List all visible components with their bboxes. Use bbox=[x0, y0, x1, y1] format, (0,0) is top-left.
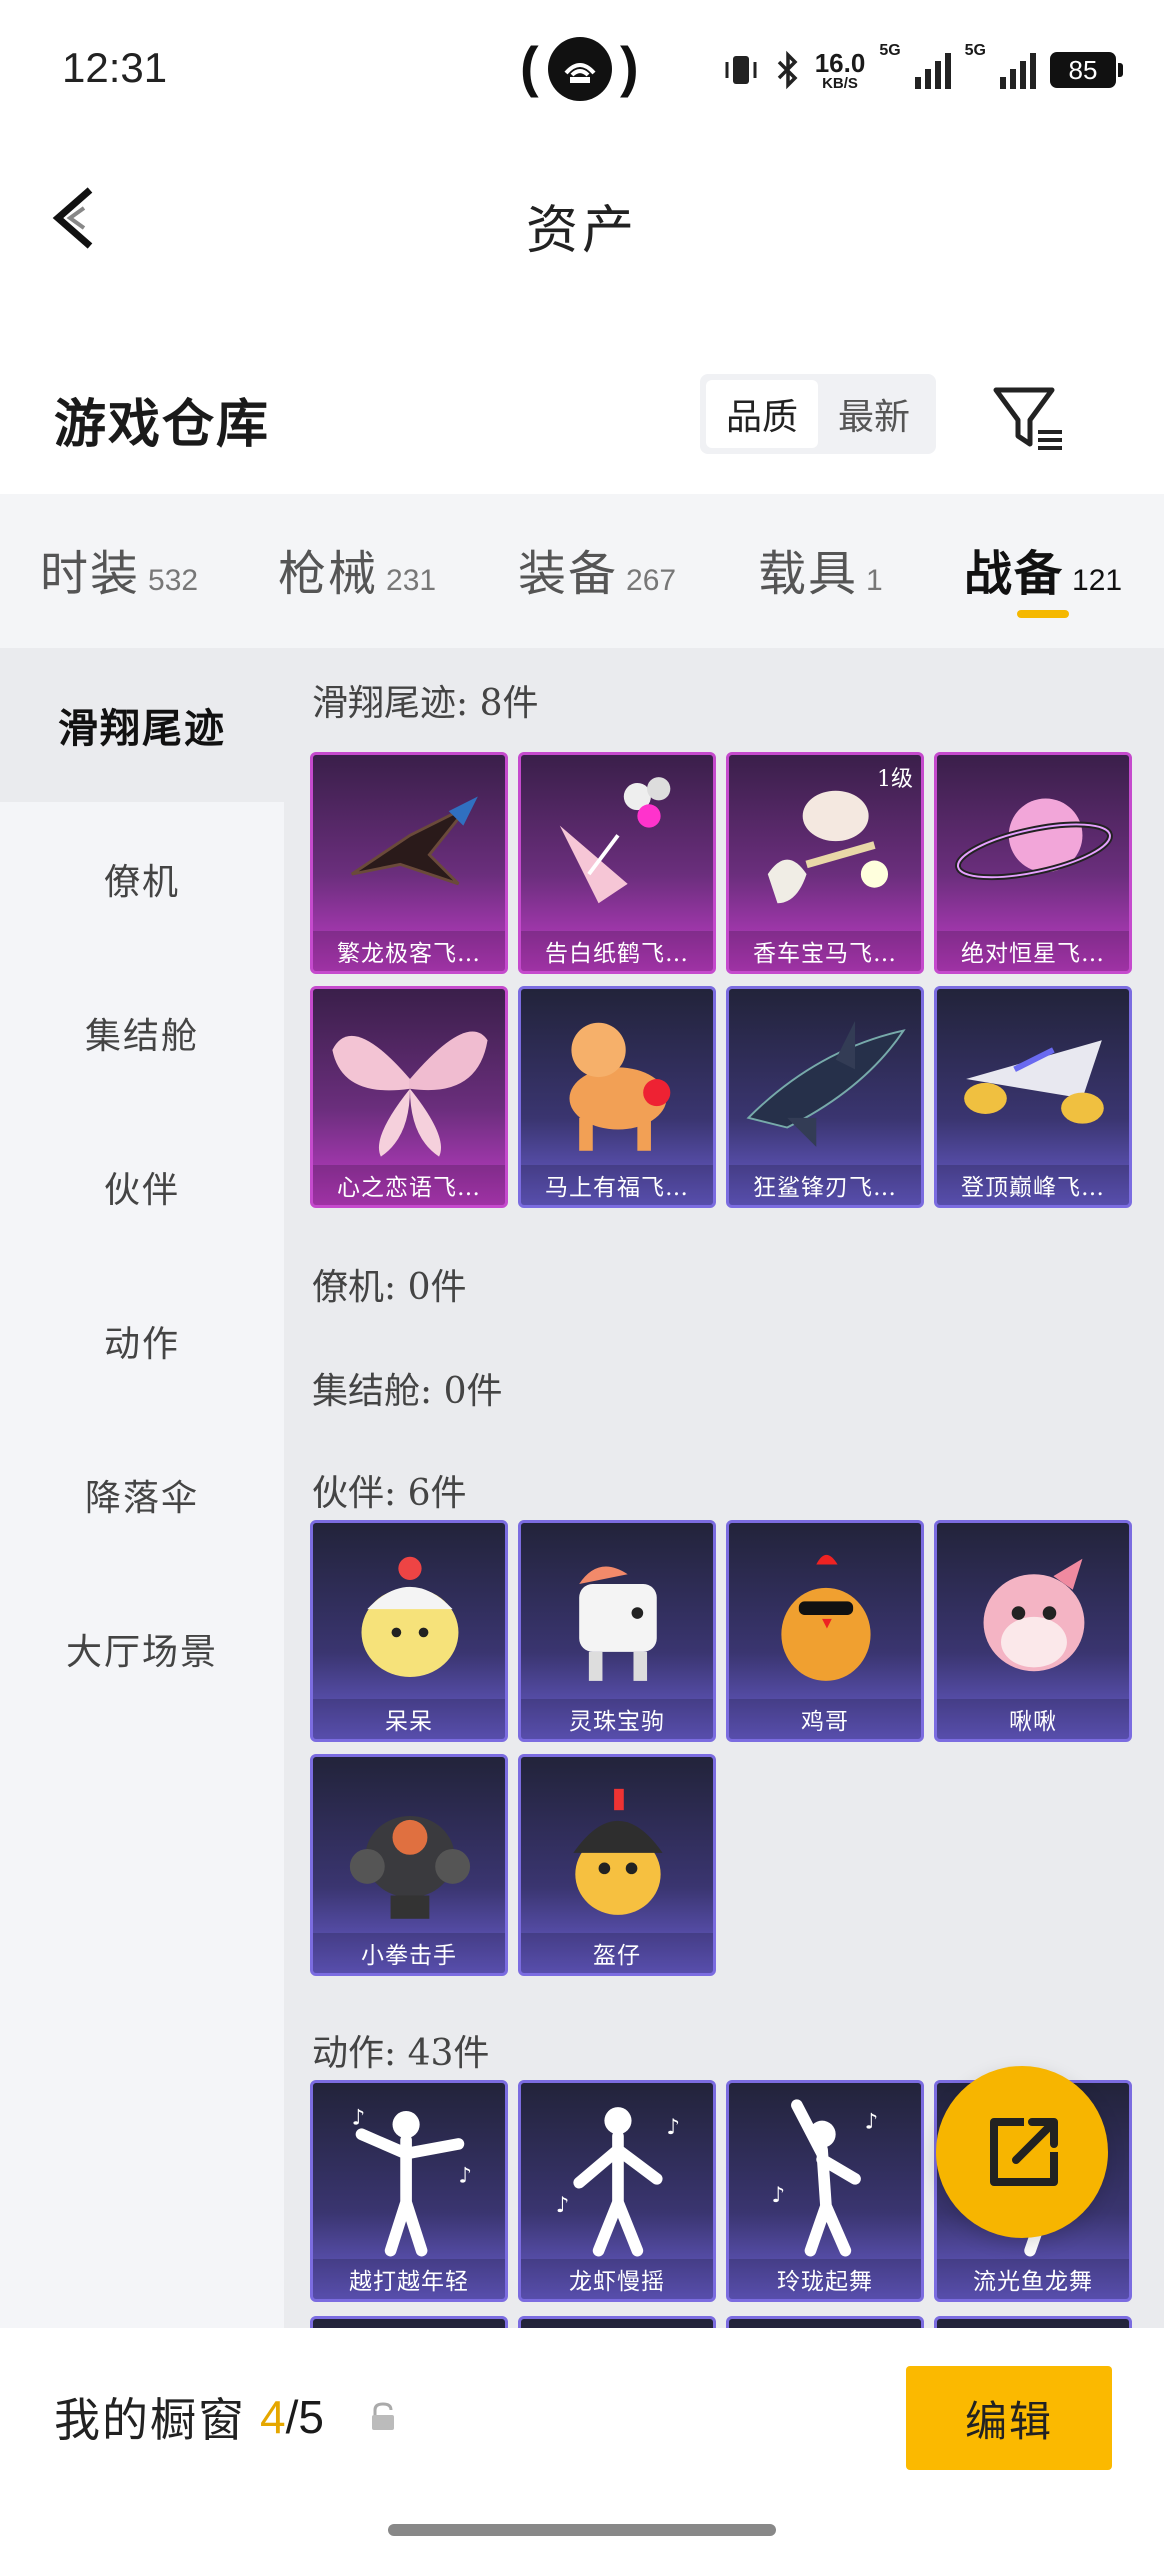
svg-text:♪: ♪ bbox=[865, 2109, 879, 2134]
sidebar-item-partner[interactable]: 伙伴 bbox=[0, 1110, 284, 1264]
dance-pose-icon: ♪♪ bbox=[556, 2107, 680, 2257]
tab-guns[interactable]: 枪械 231 bbox=[278, 534, 436, 604]
item-card[interactable]: ♪ ♪ 越打越年轻 bbox=[310, 2080, 508, 2302]
page-title: 资产 bbox=[525, 201, 638, 261]
tab-vehicles[interactable]: 载具 1 bbox=[758, 534, 883, 604]
sidebar-item-wingman[interactable]: 僚机 bbox=[0, 802, 284, 956]
helmet-chick-partner-icon bbox=[573, 1788, 663, 1915]
sidebar-item-parachute[interactable]: 降落伞 bbox=[0, 1418, 284, 1572]
bluetooth-icon bbox=[777, 50, 798, 90]
planet-glider-icon bbox=[955, 798, 1113, 881]
boxer-partner-icon bbox=[349, 1816, 471, 1919]
item-card[interactable]: 告白纸鹤飞… bbox=[518, 752, 716, 974]
pink-bird-partner-icon bbox=[983, 1558, 1085, 1672]
signal-icon-2 bbox=[1000, 51, 1036, 89]
active-tab-indicator bbox=[1017, 610, 1069, 618]
item-card[interactable] bbox=[310, 2316, 508, 2328]
showcase-info: 我的橱窗 4/5 bbox=[54, 2384, 400, 2450]
share-button[interactable] bbox=[936, 2066, 1108, 2238]
butterfly-glider-icon bbox=[332, 1031, 488, 1157]
lock-icon bbox=[371, 2402, 394, 2430]
section-label-partner: 伙伴: 6件 bbox=[312, 1473, 467, 1514]
section-label-glide-trail: 滑翔尾迹: 8件 bbox=[312, 683, 539, 724]
svg-text:♪: ♪ bbox=[772, 2183, 786, 2208]
jet-glider-icon bbox=[964, 1040, 1104, 1124]
sort-quality-button[interactable]: 品质 bbox=[706, 380, 818, 448]
svg-text:♪: ♪ bbox=[666, 2115, 680, 2140]
item-card[interactable]: 灵珠宝驹 bbox=[518, 1520, 716, 1742]
tab-fashion[interactable]: 时装 532 bbox=[40, 534, 198, 604]
item-card[interactable] bbox=[518, 2316, 716, 2328]
net-type-label-2: 5G bbox=[964, 42, 986, 59]
item-card[interactable]: 小拳击手 bbox=[310, 1754, 508, 1976]
item-card[interactable]: 啾啾 bbox=[934, 1520, 1132, 1742]
sidebar-item-emote[interactable]: 动作 bbox=[0, 1264, 284, 1418]
share-icon bbox=[990, 2118, 1058, 2186]
pearl-pony-partner-icon bbox=[579, 1566, 657, 1681]
svg-text:♪: ♪ bbox=[458, 2164, 472, 2189]
vibrate-icon bbox=[725, 56, 757, 84]
showcase-label: 我的橱窗 bbox=[54, 2393, 246, 2447]
warehouse-header: 游戏仓库 品质 最新 bbox=[0, 360, 1164, 470]
dance-pose-icon: ♪♪ bbox=[352, 2106, 472, 2257]
filter-icon bbox=[993, 387, 1062, 450]
svg-text:♪: ♪ bbox=[556, 2193, 570, 2218]
section-label-wingman: 僚机: 0件 bbox=[312, 1267, 467, 1308]
horse-glider-icon bbox=[569, 1022, 671, 1151]
sort-newest-button[interactable]: 最新 bbox=[818, 380, 930, 448]
item-card[interactable]: 绝对恒星飞… bbox=[934, 752, 1132, 974]
svg-text:♪: ♪ bbox=[352, 2106, 366, 2131]
shark-glider-icon bbox=[746, 1020, 906, 1147]
screen-cast-icon: ( ) bbox=[520, 34, 640, 104]
item-card[interactable]: 狂鲨锋刃飞… bbox=[726, 986, 924, 1208]
status-bar: 12:31 ( ) 16.0 KB/S 5G 5G 85 bbox=[0, 0, 1164, 140]
item-card[interactable]: 呆呆 bbox=[310, 1520, 508, 1742]
nav-header: 资产 bbox=[0, 150, 1164, 280]
item-card[interactable]: 盔仔 bbox=[518, 1754, 716, 1976]
category-tabs: 时装 532 枪械 231 装备 267 载具 1 战备 121 bbox=[0, 494, 1164, 648]
edit-button[interactable]: 编辑 bbox=[906, 2366, 1112, 2470]
section-label-assembly-pod: 集结舱: 0件 bbox=[312, 1371, 503, 1412]
item-card[interactable]: 马上有福飞… bbox=[518, 986, 716, 1208]
item-card[interactable] bbox=[934, 2316, 1132, 2328]
paper-crane-glider-icon bbox=[559, 777, 671, 904]
sidebar-item-lobby-scene[interactable]: 大厅场景 bbox=[0, 1572, 284, 1726]
battery-icon: 85 bbox=[1050, 52, 1123, 88]
sidebar-item-assembly-pod[interactable]: 集结舱 bbox=[0, 956, 284, 1110]
network-speed: 16.0 KB/S bbox=[814, 47, 866, 92]
home-indicator[interactable] bbox=[388, 2524, 776, 2536]
system-icons: 16.0 KB/S 5G 5G 85 bbox=[721, 40, 1123, 100]
item-card[interactable]: 繁龙极客飞… bbox=[310, 752, 508, 974]
filter-button[interactable] bbox=[990, 378, 1070, 458]
tab-battle-prep[interactable]: 战备 121 bbox=[964, 534, 1122, 604]
item-card[interactable] bbox=[726, 2316, 924, 2328]
sort-toggle: 品质 最新 bbox=[700, 374, 936, 454]
sidebar: 滑翔尾迹 僚机 集结舱 伙伴 动作 降落伞 大厅场景 bbox=[0, 648, 284, 2328]
warehouse-title: 游戏仓库 bbox=[54, 394, 271, 455]
section-label-emote: 动作: 43件 bbox=[312, 2033, 490, 2074]
tab-equipment[interactable]: 装备 267 bbox=[518, 534, 676, 604]
dance-pose-icon: ♪♪ bbox=[772, 2099, 879, 2257]
net-type-label: 5G bbox=[879, 42, 901, 59]
item-card[interactable]: ♪ ♪ 龙虾慢摇 bbox=[518, 2080, 716, 2302]
status-time: 12:31 bbox=[62, 44, 168, 91]
item-card[interactable]: 心之恋语飞… bbox=[310, 986, 508, 1208]
sidebar-item-glide-trail[interactable]: 滑翔尾迹 bbox=[0, 648, 284, 802]
item-card[interactable]: 登顶巅峰飞… bbox=[934, 986, 1132, 1208]
rooster-partner-icon bbox=[781, 1554, 871, 1681]
item-card[interactable]: ♪ ♪ 玲珑起舞 bbox=[726, 2080, 924, 2302]
chick-partner-icon bbox=[361, 1556, 459, 1678]
item-card[interactable]: 1级 香车宝马飞… bbox=[726, 752, 924, 974]
signal-icon bbox=[914, 51, 951, 89]
dragon-glider-icon bbox=[350, 796, 478, 886]
item-card[interactable]: 鸡哥 bbox=[726, 1520, 924, 1742]
showcase-count: 4/5 bbox=[260, 2391, 324, 2443]
